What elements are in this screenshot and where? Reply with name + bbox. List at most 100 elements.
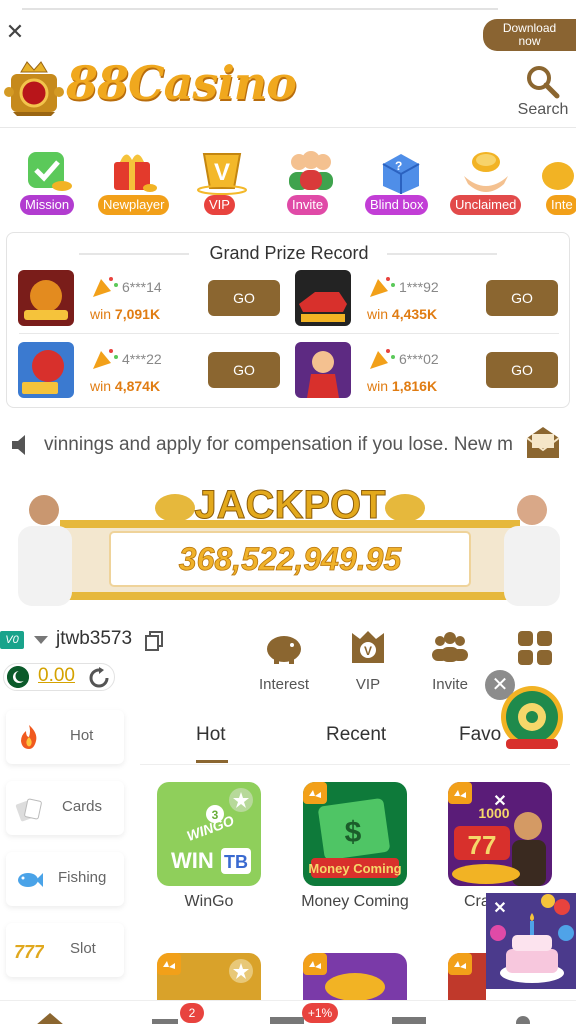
win-value: 4,874K (114, 378, 161, 394)
tab-favorites[interactable]: Favo (459, 724, 501, 746)
game-tile-crazy[interactable]: 1000 77 ✕ (448, 782, 552, 886)
notification-badge: 2 (180, 1003, 204, 1023)
shortcut-newplayer[interactable]: Newplayer (96, 146, 170, 218)
speaker-icon (12, 435, 25, 455)
close-icon[interactable]: ✕ (4, 20, 26, 44)
casino-logo-text: 88Casino (66, 56, 297, 110)
vip-button[interactable]: V VIP (333, 627, 403, 697)
category-slot[interactable]: 777 Slot (6, 923, 124, 977)
gift-nav-icon[interactable] (150, 1013, 180, 1024)
interest-button[interactable]: Interest (249, 627, 319, 697)
interest-icon (542, 162, 574, 190)
wallet-nav-icon[interactable] (270, 1015, 304, 1024)
fish-icon (18, 873, 43, 887)
game-tile-money-coming[interactable]: $ Money Coming (303, 782, 407, 886)
svg-text:WIN: WIN (171, 848, 214, 873)
win-word: win (367, 306, 389, 322)
lucky-wheel-icon[interactable] (498, 683, 566, 751)
win-value: 1,816K (391, 378, 438, 394)
tab-hot[interactable]: Hot (196, 724, 226, 746)
home-icon[interactable] (36, 1013, 64, 1024)
blind-box-icon: ? (382, 154, 420, 194)
shortcut-blind-box[interactable]: ? Blind box (363, 146, 435, 218)
top-divider (22, 8, 498, 10)
shortcut-interest[interactable]: Inte (538, 146, 576, 218)
category-label: Fishing (58, 869, 107, 886)
go-button[interactable]: GO (208, 280, 280, 316)
category-hot[interactable]: Hot (6, 710, 124, 764)
win-amount: win 4,435K (367, 306, 437, 322)
shortcut-label: Mission (20, 195, 75, 215)
game-thumbnail-furious (295, 270, 351, 326)
category-label: Slot (70, 940, 96, 957)
shortcut-vip[interactable]: V VIP (186, 146, 258, 218)
balance-amount: 0.00 (38, 665, 75, 686)
vip-level-badge: V0 (0, 631, 24, 649)
slot-777-icon: 777 (14, 942, 44, 962)
game-tile-partial[interactable] (448, 953, 486, 1000)
category-label: Hot (70, 727, 94, 744)
shortcut-label: Newplayer (98, 195, 170, 215)
tab-recent[interactable]: Recent (326, 724, 386, 746)
active-tab-indicator (196, 760, 228, 763)
vip-crown-icon: V (352, 631, 384, 663)
win-amount: win 1,816K (367, 378, 437, 394)
game-tile-gold[interactable] (157, 953, 261, 1000)
shortcut-label: Inte (546, 195, 576, 215)
svg-text:✕: ✕ (493, 900, 506, 917)
account-nav-icon[interactable] (510, 1013, 536, 1024)
game-tile-wingo[interactable]: 3 WINGO WIN TB (157, 782, 261, 886)
svg-text:?: ? (395, 159, 402, 173)
shortcut-unclaimed[interactable]: Unclaimed (450, 146, 522, 218)
party-popper-icon (93, 277, 118, 297)
svg-text:TB: TB (224, 852, 248, 872)
svg-text:✕: ✕ (493, 793, 506, 810)
go-button[interactable]: GO (486, 352, 558, 388)
search-label: Search (517, 101, 569, 118)
grand-prize-title-text: Grand Prize Record (209, 243, 369, 263)
search-button[interactable]: Search (514, 64, 572, 122)
balance-pill: 0.00 (3, 663, 115, 691)
invite-button[interactable]: Invite (415, 627, 485, 697)
svg-text:77: 77 (468, 830, 497, 860)
shortcut-label: Invite (287, 195, 329, 215)
people-icon (289, 151, 333, 190)
party-popper-icon (93, 349, 118, 369)
game-tile-jili[interactable] (303, 953, 407, 1000)
shortcut-mission[interactable]: Mission (12, 146, 84, 218)
category-fishing[interactable]: Fishing (6, 852, 124, 906)
game-thumbnail-mines (18, 342, 74, 398)
chevron-down-icon[interactable] (34, 636, 48, 644)
grand-prize-card: Grand Prize Record 6***14 win 7,091K GO … (6, 232, 570, 408)
bonus-badge: +1% (302, 1003, 338, 1023)
win-value: 4,435K (391, 306, 438, 322)
grand-prize-title: Grand Prize Record (7, 243, 571, 264)
mail-icon[interactable] (524, 424, 562, 462)
app-screen: ✕ Download now 88Casino Search Mission N… (0, 0, 576, 1024)
more-grid-icon[interactable] (516, 629, 554, 667)
flame-icon (21, 725, 37, 749)
game-label: WinGo (184, 893, 234, 910)
win-amount: win 7,091K (90, 306, 160, 322)
game-thumbnail-cards (295, 342, 351, 398)
go-button[interactable]: GO (486, 280, 558, 316)
winner-id: 6***02 (399, 351, 439, 367)
party-popper-icon (370, 349, 395, 369)
shortcut-invite[interactable]: Invite (275, 146, 347, 218)
category-label: Cards (62, 798, 103, 815)
go-button[interactable]: GO (208, 352, 280, 388)
shortcut-label: VIP (204, 195, 235, 215)
winner-id: 1***92 (399, 279, 439, 295)
birthday-cake-promo-icon[interactable]: ✕ (486, 893, 576, 989)
download-now-button[interactable]: Download now (483, 19, 576, 51)
refresh-icon[interactable] (88, 667, 110, 689)
win-word: win (367, 378, 389, 394)
copy-icon[interactable] (145, 631, 163, 651)
promo-nav-icon[interactable] (392, 1015, 426, 1024)
svg-text:V: V (364, 644, 372, 658)
svg-text:Money Coming: Money Coming (308, 861, 401, 876)
vip-label: VIP (355, 676, 381, 693)
game-label: Money Coming (301, 893, 409, 910)
category-cards[interactable]: Cards (6, 781, 124, 835)
search-icon (527, 66, 560, 99)
